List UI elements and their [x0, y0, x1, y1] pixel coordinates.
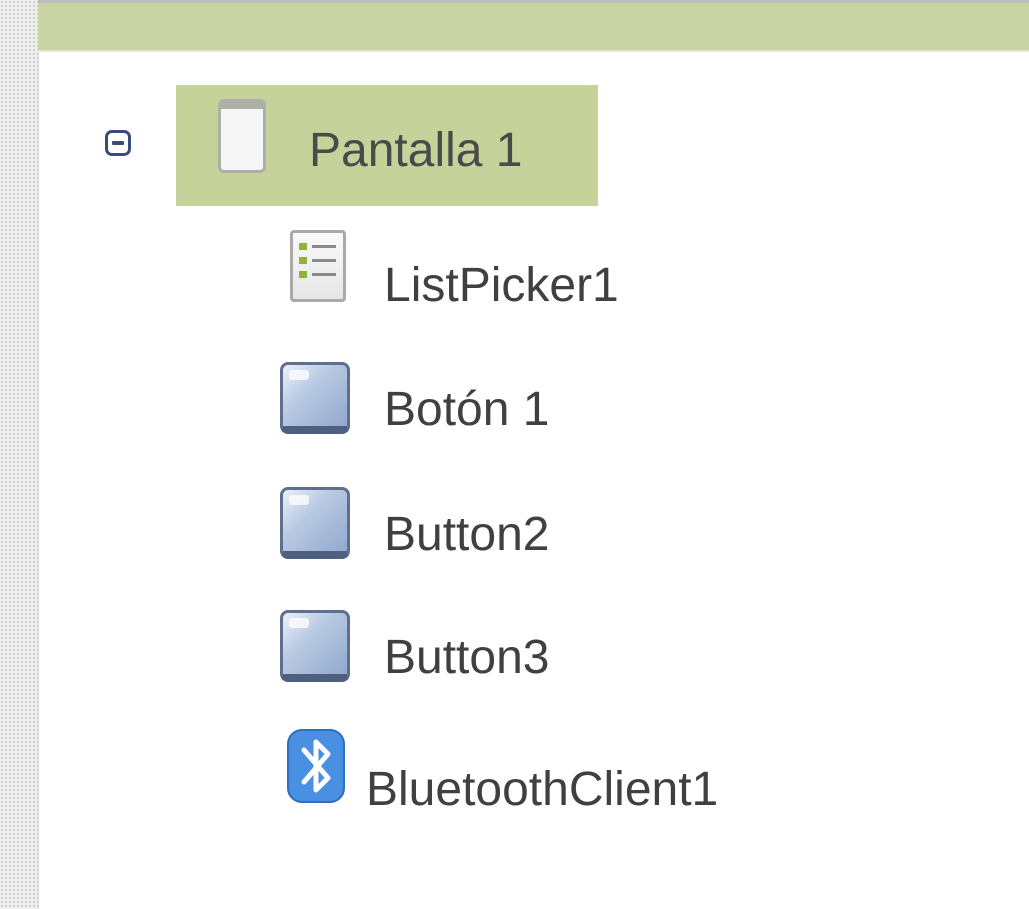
tree-node-label: Button3	[384, 631, 550, 684]
tree-node-label: Pantalla 1	[309, 124, 523, 177]
collapse-toggle-icon[interactable]	[105, 130, 131, 156]
panel-header-band	[38, 0, 1029, 50]
button-icon	[280, 487, 350, 559]
tree-node-button3[interactable]: Button3	[280, 610, 880, 720]
screen-icon	[218, 99, 266, 173]
tree-node-pantalla-1[interactable]: Pantalla 1	[176, 85, 598, 206]
tree-node-label: Button2	[384, 508, 550, 561]
header-divider	[38, 50, 1029, 52]
tree-node-bluetoothclient1[interactable]: BluetoothClient1	[280, 729, 880, 852]
panel-gutter	[0, 0, 39, 909]
tree-node-button2[interactable]: Button2	[280, 487, 880, 597]
tree-node-label: Botón 1	[384, 383, 550, 436]
tree-node-label: ListPicker1	[384, 259, 619, 312]
tree-node-label: BluetoothClient1	[366, 763, 719, 816]
listpicker-icon	[290, 230, 346, 302]
button-icon	[280, 610, 350, 682]
components-panel: Pantalla 1 ListPicker1 Botón 1 Button2 B…	[0, 0, 1029, 909]
tree-node-listpicker1[interactable]: ListPicker1	[280, 230, 880, 348]
tree-node-boton-1[interactable]: Botón 1	[280, 362, 880, 472]
bluetooth-icon	[287, 729, 345, 803]
button-icon	[280, 362, 350, 434]
